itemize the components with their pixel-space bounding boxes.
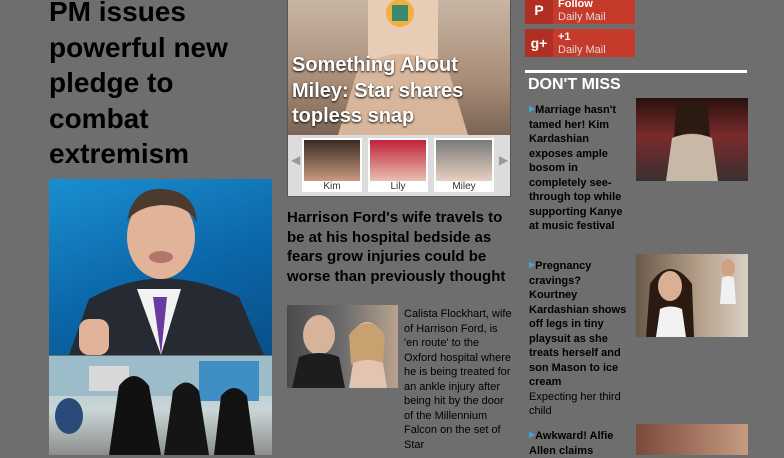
chevron-left-icon[interactable]: ◀ [291,153,300,167]
carousel-thumb-miley[interactable]: Miley [434,138,494,192]
dont-miss-headline[interactable]: Marriage hasn't tamed her! Kim Kardashia… [529,104,623,232]
alfie-allen-photo[interactable] [636,424,748,455]
gplus-button[interactable]: g+ +1 Daily Mail [525,29,635,57]
thumb-image [370,140,426,181]
carousel-thumb-kim[interactable]: Kim [302,138,362,192]
article-summary: Calista Flockhart, wife of Harrison Ford… [404,308,512,451]
thumb-image [436,140,492,181]
dont-miss-headline[interactable]: Pregnancy cravings? Kourtney Kardashian … [529,260,626,388]
gplus-name: Daily Mail [558,44,606,56]
couple-illustration [292,315,387,388]
dont-miss-subtitle: Expecting her third child [529,390,621,418]
chevron-right-icon[interactable]: ▶ [499,153,508,167]
google-plus-icon: g+ [525,29,553,57]
pm-photo-illustration [69,188,264,355]
veiled-women-illustration [49,356,272,455]
main-headline[interactable]: PM issues powerful new pledge to combat … [49,0,274,172]
kourtney-kardashian-photo[interactable] [636,254,748,337]
pinterest-name: Daily Mail [558,11,606,23]
carousel-thumb-lily[interactable]: Lily [368,138,428,192]
photo-carousel[interactable]: Something About Miley: Star shares tople… [287,0,511,197]
harrison-ford-photo[interactable] [287,305,398,388]
thumb-image [304,140,360,181]
thumb-label: Miley [452,181,476,192]
dont-miss-header: DON'T MISS [525,70,747,95]
kim-kardashian-photo[interactable] [636,98,748,181]
pinterest-follow-button[interactable]: P Follow Daily Mail [525,0,635,24]
dont-miss-label: DON'T MISS [528,76,621,93]
thumb-label: Kim [323,181,341,192]
dont-miss-item[interactable]: ▶Pregnancy cravings? Kourtney Kardashian… [529,258,629,419]
article-headline[interactable]: Harrison Ford's wife travels to be at hi… [287,208,515,286]
kim-illustration [666,101,718,181]
pm-photo[interactable] [49,179,272,355]
thumb-label: Lily [390,181,406,192]
gplus-action: +1 [558,31,571,43]
kourtney-illustration [646,259,736,337]
pinterest-action: Follow [558,0,593,10]
dont-miss-item[interactable]: ▶Awkward! Alfie Allen claims [529,428,629,458]
carousel-title[interactable]: Something About Miley: Star shares tople… [292,53,506,130]
dont-miss-item[interactable]: ▶Marriage hasn't tamed her! Kim Kardashi… [529,102,629,234]
dont-miss-headline[interactable]: Awkward! Alfie Allen claims [529,430,613,457]
carousel-thumbnail-strip: ◀ Kim Lily Miley ▶ [288,135,510,196]
veiled-women-photo[interactable] [49,356,272,455]
pinterest-icon: P [525,0,553,24]
